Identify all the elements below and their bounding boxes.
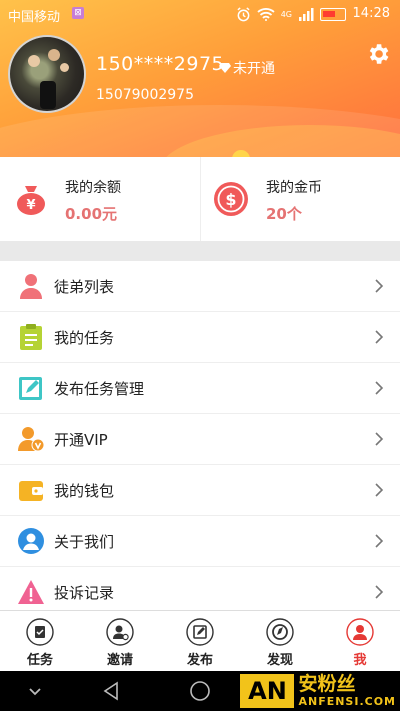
avatar[interactable] [8, 35, 86, 113]
invite-icon [106, 618, 134, 646]
vip-user-icon [18, 427, 45, 452]
tab-label: 邀请 [106, 653, 133, 668]
tab-me[interactable]: 我 [320, 611, 400, 671]
chevron-right-icon [375, 432, 384, 446]
username: 150****2975 [96, 53, 225, 75]
chevron-down-icon[interactable] [24, 680, 46, 702]
menu-item-publish-management[interactable]: 发布任务管理 [0, 363, 400, 414]
diamond-icon [219, 63, 231, 73]
wallet-icon [19, 481, 43, 501]
chevron-right-icon [375, 585, 384, 599]
chevron-right-icon [375, 330, 384, 344]
warning-icon [18, 580, 44, 604]
clipboard-icon [20, 324, 42, 350]
tab-discover[interactable]: 发现 [240, 611, 320, 671]
bottom-tab-bar: 任务 邀请 发布 发现 我 [0, 610, 400, 671]
vip-status-badge[interactable]: 未开通 [219, 58, 275, 78]
watermark-en: ANFENSI.COM [298, 695, 396, 708]
menu-item-wallet[interactable]: 我的钱包 [0, 465, 400, 516]
menu-item-open-vip[interactable]: 开通VIP [0, 414, 400, 465]
alarm-icon [237, 6, 250, 21]
svg-text:$: $ [225, 190, 236, 209]
carrier-name: 中国移动 [8, 10, 61, 25]
network-type: 4G [280, 9, 292, 19]
status-icons: 4G [236, 4, 346, 24]
wifi-icon [257, 8, 275, 21]
menu-list: 徒弟列表 我的任务 发布任务管理 开通VIP 我的钱包 关于我们 投诉记录 [0, 261, 400, 618]
balance-value: 0.00元 [65, 205, 118, 223]
menu-item-label: 开通VIP [54, 431, 108, 449]
chevron-right-icon [375, 534, 384, 548]
person-icon [20, 274, 42, 299]
status-bar: 中国移动 ⊠ 4G 14:28 [0, 0, 400, 28]
site-watermark: AN 安粉丝 ANFENSI.COM [240, 674, 396, 708]
tab-label: 发布 [186, 653, 213, 668]
coins-value: 20个 [266, 205, 302, 223]
publish-icon [186, 618, 214, 646]
balance-card[interactable]: ¥ 我的余额 0.00元 [0, 157, 200, 241]
menu-item-label: 徒弟列表 [54, 278, 115, 296]
balance-cards: ¥ 我的余额 0.00元 $ 我的金币 20个 [0, 157, 400, 241]
tab-publish[interactable]: 发布 [160, 611, 240, 671]
tab-tasks[interactable]: 任务 [0, 611, 80, 671]
coins-card[interactable]: $ 我的金币 20个 [200, 157, 400, 241]
user-id: 15079002975 [96, 87, 194, 103]
chevron-right-icon [375, 381, 384, 395]
user-circle-icon [18, 528, 44, 554]
menu-item-apprentices[interactable]: 徒弟列表 [0, 261, 400, 312]
svg-text:¥: ¥ [26, 198, 35, 213]
tab-label: 发现 [266, 653, 293, 668]
system-nav-bar: AN 安粉丝 ANFENSI.COM [0, 671, 400, 711]
menu-item-label: 发布任务管理 [54, 380, 145, 398]
money-bag-icon: ¥ [17, 186, 45, 215]
menu-item-label: 关于我们 [54, 533, 115, 551]
battery-icon [320, 7, 346, 21]
vip-status-label: 未开通 [233, 61, 275, 77]
coins-title: 我的金币 [266, 180, 322, 196]
profile-header: 中国移动 ⊠ 4G 14:28 150****2975 未开通 15079002… [0, 0, 400, 157]
signal-icon [299, 8, 314, 21]
watermark-logo: AN [240, 674, 295, 708]
sim-icon: ⊠ [72, 7, 84, 19]
menu-item-label: 我的钱包 [54, 482, 115, 500]
menu-item-label: 我的任务 [54, 329, 115, 347]
tab-label: 我 [353, 653, 367, 668]
clock: 14:28 [352, 6, 390, 21]
back-icon[interactable] [100, 680, 122, 702]
gear-icon[interactable] [365, 41, 391, 67]
menu-item-label: 投诉记录 [54, 584, 115, 602]
tab-invite[interactable]: 邀请 [80, 611, 160, 671]
balance-title: 我的余额 [65, 180, 121, 196]
tab-label: 任务 [26, 653, 53, 668]
me-icon [346, 618, 374, 646]
home-icon[interactable] [189, 680, 211, 702]
menu-item-about-us[interactable]: 关于我们 [0, 516, 400, 567]
discover-icon [266, 618, 294, 646]
edit-icon [19, 377, 42, 400]
chevron-right-icon [375, 279, 384, 293]
chevron-right-icon [375, 483, 384, 497]
watermark-cn: 安粉丝 [298, 673, 356, 695]
dollar-coin-icon: $ [214, 182, 248, 216]
section-divider [0, 241, 400, 261]
menu-item-my-tasks[interactable]: 我的任务 [0, 312, 400, 363]
task-icon [26, 618, 54, 646]
